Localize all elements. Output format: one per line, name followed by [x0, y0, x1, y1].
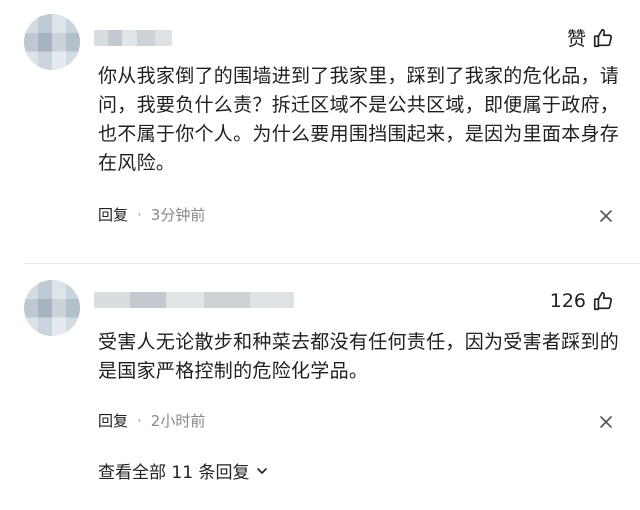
- divider: [24, 263, 640, 264]
- avatar[interactable]: [24, 280, 80, 336]
- timestamp: 3分钟前: [150, 206, 206, 224]
- reply-button[interactable]: 回复: [98, 204, 128, 225]
- username-blurred[interactable]: [94, 292, 294, 308]
- meta-separator: ·: [137, 205, 142, 224]
- close-icon[interactable]: [598, 208, 614, 224]
- reply-button[interactable]: 回复: [98, 410, 128, 431]
- comment-meta: 回复 · 2小时前: [98, 410, 205, 431]
- comment-meta: 回复 · 3分钟前: [98, 204, 205, 225]
- timestamp: 2小时前: [150, 412, 206, 430]
- chevron-down-icon: [257, 467, 268, 474]
- username-blurred[interactable]: [94, 30, 172, 46]
- avatar[interactable]: [24, 14, 80, 70]
- like-label: 赞: [566, 28, 586, 50]
- like-count: 126: [549, 290, 586, 312]
- like-button[interactable]: 赞: [567, 24, 614, 51]
- view-all-replies-link[interactable]: 查看全部 11 条回复: [98, 458, 269, 483]
- meta-separator: ·: [137, 411, 142, 430]
- comment-text: 受害人无论散步和种菜去都没有任何责任，因为受害者踩到的是国家严格控制的危险化学品…: [98, 331, 620, 382]
- close-icon[interactable]: [598, 414, 614, 430]
- thumbs-up-icon[interactable]: [592, 27, 614, 49]
- comment-text: 你从我家倒了的围墙进到了我家里，踩到了我家的危化品，请问，我要负什么责？拆迁区域…: [98, 65, 620, 174]
- view-replies-label: 查看全部 11 条回复: [98, 463, 250, 483]
- like-button[interactable]: 126: [550, 290, 614, 312]
- thumbs-up-icon[interactable]: [592, 290, 614, 312]
